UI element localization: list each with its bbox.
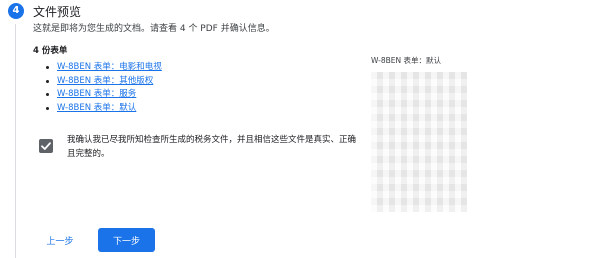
preview-label: W-8BEN 表单：默认 (371, 56, 441, 65)
form-link-default[interactable]: W-8BEN 表单：默认 (57, 103, 136, 113)
form-link-services[interactable]: W-8BEN 表单：服务 (57, 89, 136, 99)
form-link-other-copyright[interactable]: W-8BEN 表单：其他版权 (57, 76, 153, 86)
document-preview (371, 72, 467, 212)
form-count-label: 4 份表单 (33, 46, 68, 56)
step-connector-line (15, 24, 16, 258)
step-description: 这就是即将为您生成的文档。请查看 4 个 PDF 并确认信息。 (33, 24, 275, 34)
step-title: 文件预览 (33, 5, 82, 19)
confirm-checkbox[interactable] (39, 139, 53, 153)
form-list: W-8BEN 表单：电影和电视 W-8BEN 表单：其他版权 W-8BEN 表单… (45, 61, 162, 115)
list-item: W-8BEN 表单：默认 (45, 102, 162, 116)
list-item: W-8BEN 表单：服务 (45, 88, 162, 102)
confirm-text: 我确认我已尽我所知检查所生成的税务文件，并且相信这些文件是真实、正确且完整的。 (67, 135, 357, 159)
step-number-badge: 4 (8, 3, 24, 19)
next-button[interactable]: 下一步 (98, 228, 155, 252)
previous-button[interactable]: 上一步 (38, 229, 82, 251)
list-item: W-8BEN 表单：其他版权 (45, 75, 162, 89)
list-item: W-8BEN 表单：电影和电视 (45, 61, 162, 75)
checkmark-icon (41, 142, 51, 150)
form-link-film-tv[interactable]: W-8BEN 表单：电影和电视 (57, 62, 162, 72)
